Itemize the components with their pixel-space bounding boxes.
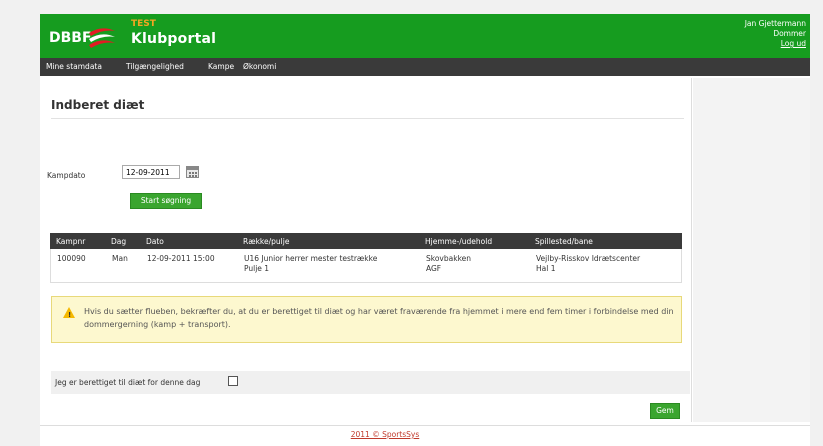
- col-hjemme-udehold: Hjemme-/udehold: [425, 237, 493, 246]
- eligible-checkbox[interactable]: [228, 376, 238, 386]
- cell-udehold: AGF: [426, 264, 442, 273]
- table-row[interactable]: 100090 Man 12-09-2011 15:00 U16 Junior h…: [50, 249, 682, 283]
- nav-item-tilgaengelighed[interactable]: Tilgængelighed: [126, 62, 184, 71]
- logo-dbbf: DBBF: [49, 30, 92, 46]
- col-kampnr: Kampnr: [56, 237, 86, 246]
- col-raekke-pulje: Række/pulje: [243, 237, 290, 246]
- cell-pulje: Pulje 1: [244, 264, 270, 273]
- notice-text: Hvis du sætter flueben, bekræfter du, at…: [84, 307, 674, 329]
- title-divider: [51, 118, 684, 119]
- logo-app-name: Klubportal: [131, 31, 217, 47]
- page-title: Indberet diæt: [51, 98, 145, 112]
- col-spillested-bane: Spillested/bane: [535, 237, 593, 246]
- nav-item-oekonomi[interactable]: Økonomi: [243, 62, 276, 71]
- cell-dag: Man: [112, 254, 128, 263]
- eligible-row: Jeg er berettiget til diæt for denne dag: [51, 371, 690, 394]
- col-dato: Dato: [146, 237, 164, 246]
- user-role: Dommer: [773, 29, 806, 38]
- nav-item-stamdata[interactable]: Mine stamdata: [46, 62, 102, 71]
- cell-dato: 12-09-2011 15:00: [147, 254, 215, 263]
- warning-icon: [63, 307, 75, 322]
- cell-kampnr: 100090: [57, 254, 86, 263]
- kampdato-label: Kampdato: [47, 171, 86, 180]
- logout-link[interactable]: Log ud: [745, 39, 806, 49]
- cell-spillested: Vejlby-Risskov Idrætscenter: [536, 254, 641, 263]
- start-search-button[interactable]: Start søgning: [130, 193, 202, 209]
- cell-raekke: U16 Junior herrer mester testrække: [244, 254, 378, 263]
- calendar-icon[interactable]: [186, 166, 199, 178]
- logo-test-label: TEST: [131, 19, 156, 29]
- logo-swoosh-icon: [89, 28, 115, 48]
- header-bar: DBBF TEST Klubportal Jan Gjettermann Dom…: [40, 14, 810, 58]
- user-name: Jan Gjettermann: [744, 19, 806, 28]
- save-button[interactable]: Gem: [650, 403, 680, 419]
- right-sidebar: [693, 78, 810, 422]
- user-box: Jan Gjettermann Dommer Log ud: [745, 19, 806, 49]
- table-header: Kampnr Dag Dato Række/pulje Hjemme-/udeh…: [50, 233, 682, 249]
- col-dag: Dag: [111, 237, 127, 246]
- page-frame: DBBF TEST Klubportal Jan Gjettermann Dom…: [40, 14, 810, 446]
- footer-link[interactable]: 2011 © SportsSys: [0, 430, 770, 439]
- cell-bane: Hal 1: [536, 264, 556, 273]
- kampdato-input[interactable]: [122, 165, 180, 179]
- eligible-label: Jeg er berettiget til diæt for denne dag: [55, 378, 201, 387]
- eligibility-notice: Hvis du sætter flueben, bekræfter du, at…: [51, 296, 682, 343]
- nav-item-kampe[interactable]: Kampe: [208, 62, 234, 71]
- main-nav: Mine stamdata Tilgængelighed Kampe Økono…: [40, 58, 810, 76]
- cell-hjemmehold: Skovbakken: [426, 254, 472, 263]
